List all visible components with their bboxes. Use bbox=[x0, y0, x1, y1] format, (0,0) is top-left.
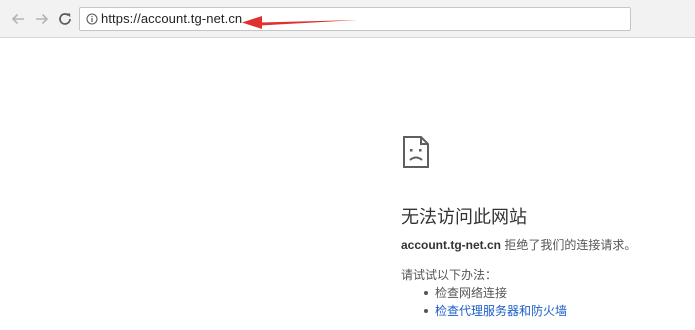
arrow-left-icon bbox=[11, 13, 24, 25]
error-message: 拒绝了我们的连接请求。 bbox=[501, 238, 637, 252]
error-description: account.tg-net.cn 拒绝了我们的连接请求。 bbox=[401, 236, 636, 253]
reload-button[interactable] bbox=[54, 8, 76, 30]
error-page: 无法访问此网站 account.tg-net.cn 拒绝了我们的连接请求。 请试… bbox=[401, 135, 691, 318]
address-bar[interactable]: https://account.tg-net.cn bbox=[79, 7, 631, 31]
check-proxy-firewall-link[interactable]: 检查代理服务器和防火墙 bbox=[435, 304, 567, 318]
bullet-icon bbox=[424, 309, 428, 313]
info-icon[interactable] bbox=[86, 13, 98, 25]
suggestions-heading: 请试试以下办法： bbox=[401, 268, 498, 282]
suggestions-list: 检查网络连接 检查代理服务器和防火墙 bbox=[401, 284, 567, 320]
list-item: 检查网络连接 bbox=[401, 284, 567, 302]
browser-toolbar: https://account.tg-net.cn bbox=[0, 0, 695, 38]
error-title: 无法访问此网站 bbox=[401, 207, 527, 227]
sad-page-icon bbox=[403, 136, 429, 168]
reload-icon bbox=[59, 13, 71, 25]
suggestion-check-network: 检查网络连接 bbox=[435, 286, 508, 300]
list-item: 检查代理服务器和防火墙 bbox=[401, 302, 567, 320]
url-text[interactable]: https://account.tg-net.cn bbox=[101, 11, 242, 26]
back-button[interactable] bbox=[7, 8, 29, 30]
forward-button[interactable] bbox=[31, 8, 53, 30]
error-host: account.tg-net.cn bbox=[401, 238, 502, 252]
arrow-right-icon bbox=[36, 13, 49, 25]
bullet-icon bbox=[424, 291, 428, 295]
